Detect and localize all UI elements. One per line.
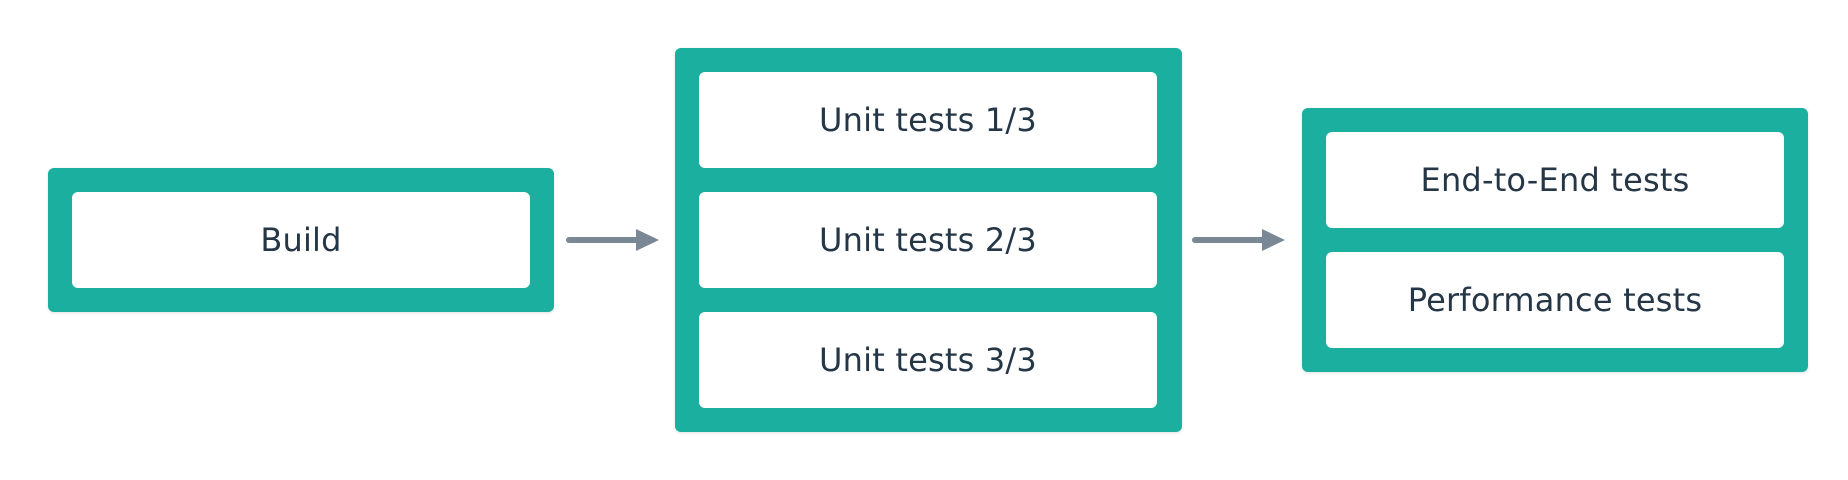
arrow-right-icon bbox=[1192, 229, 1285, 251]
stage-integration-tests: End-to-End tests Performance tests bbox=[1302, 108, 1808, 372]
job-unit-tests-1[interactable]: Unit tests 1/3 bbox=[699, 72, 1157, 168]
job-unit-tests-2[interactable]: Unit tests 2/3 bbox=[699, 192, 1157, 288]
stage-build: Build bbox=[48, 168, 554, 312]
job-end-to-end-tests[interactable]: End-to-End tests bbox=[1326, 132, 1784, 228]
job-unit-tests-3[interactable]: Unit tests 3/3 bbox=[699, 312, 1157, 408]
job-performance-tests[interactable]: Performance tests bbox=[1326, 252, 1784, 348]
pipeline-diagram: Build Unit tests 1/3 Unit tests 2/3 Unit… bbox=[0, 0, 1848, 480]
stage-unit-tests: Unit tests 1/3 Unit tests 2/3 Unit tests… bbox=[675, 48, 1182, 432]
job-build[interactable]: Build bbox=[72, 192, 530, 288]
arrow-right-icon bbox=[566, 229, 659, 251]
